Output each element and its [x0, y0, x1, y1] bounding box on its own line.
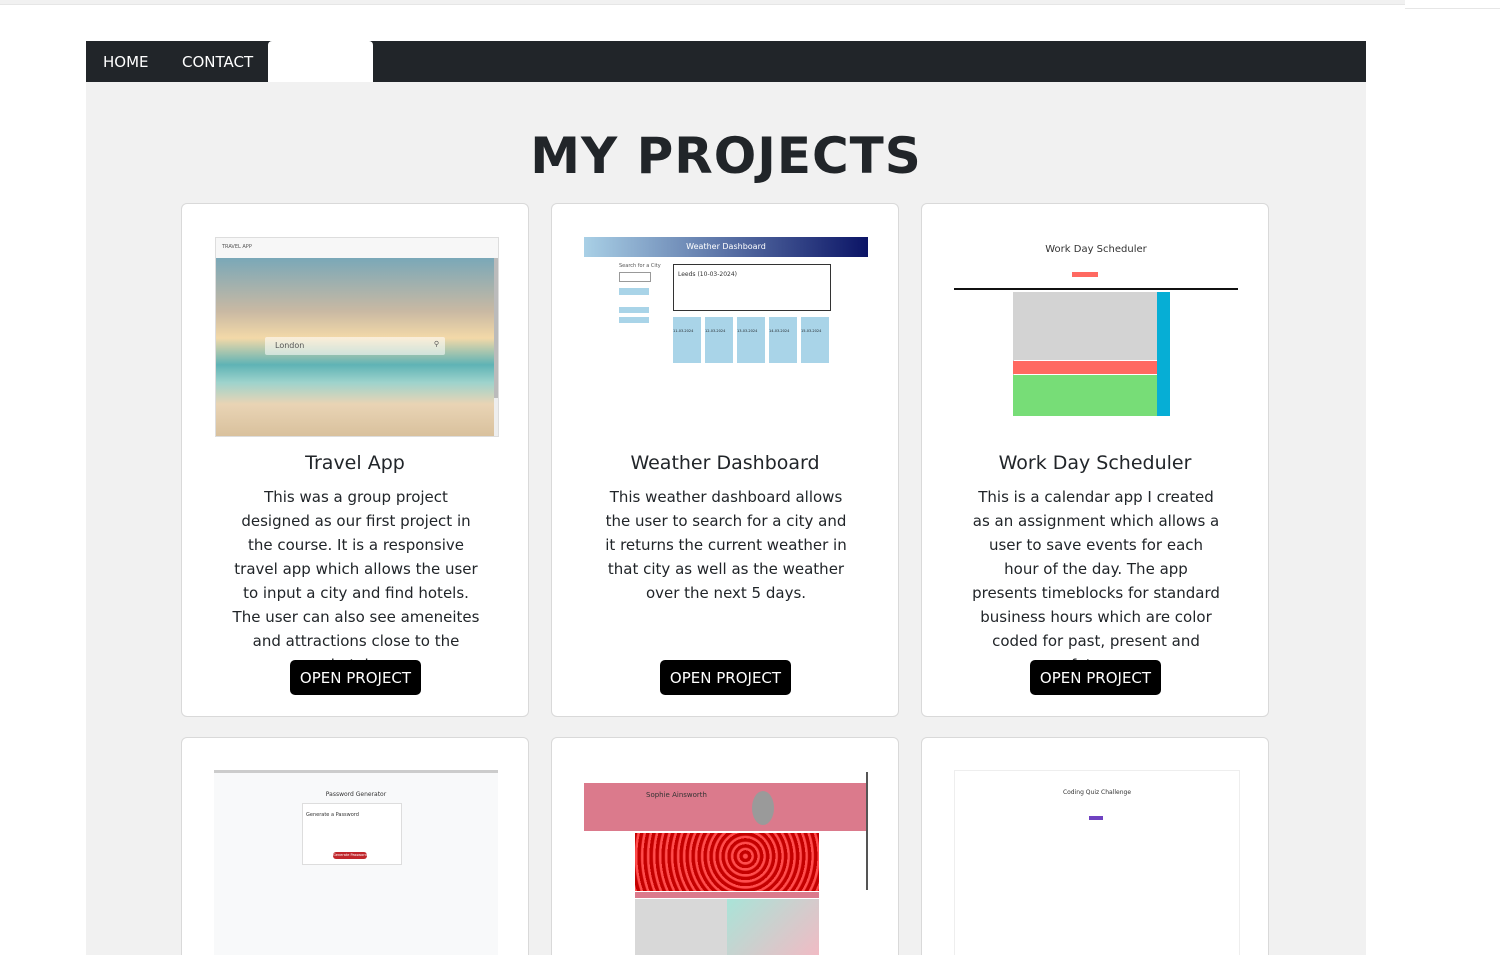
project-description: This was a group project designed as our…	[232, 488, 480, 674]
thumb-card: Generate a Password Generate Password	[302, 803, 402, 865]
timeblock-future	[1013, 375, 1157, 416]
open-project-button[interactable]: OPEN PROJECT	[1030, 660, 1161, 695]
thumb-search-label: Search for a City	[619, 263, 661, 269]
work-day-scheduler-screenshot[interactable]: Work Day Scheduler	[954, 242, 1238, 418]
thumb-search-button	[619, 288, 649, 295]
thumb-project-image	[635, 833, 819, 891]
coding-quiz-screenshot[interactable]: Coding Quiz Challenge	[954, 770, 1240, 955]
thumb-header: Weather Dashboard	[584, 237, 868, 257]
portfolio-screenshot[interactable]: Sophie Ainsworth	[584, 772, 868, 955]
timeblock-present	[1013, 361, 1157, 374]
thumb-save-buttons	[1157, 292, 1170, 416]
thumb-search-value: London	[275, 341, 305, 350]
forecast-day: 13-03-2024	[737, 317, 765, 363]
thumb-scrollbar	[494, 258, 498, 398]
project-card-travel-app: TRAVEL APP London ⚲ Travel App This was …	[181, 203, 529, 717]
thumb-divider	[954, 288, 1238, 290]
project-card-portfolio: Sophie Ainsworth	[551, 737, 899, 955]
thumb-history-1	[619, 307, 649, 313]
nav-home-link[interactable]: HOME	[103, 41, 149, 82]
timeblock-past	[1013, 292, 1157, 360]
project-title: Work Day Scheduler	[998, 452, 1192, 474]
nav-active-tab[interactable]	[268, 41, 373, 82]
thumb-project-image-3	[727, 899, 819, 955]
open-project-button[interactable]: OPEN PROJECT	[660, 660, 791, 695]
browser-top-edge-right	[1405, 8, 1500, 9]
beach-image: London ⚲	[216, 258, 494, 436]
thumb-forecast-row: 11-03-2024 12-03-2024 13-03-2024 14-03-2…	[673, 317, 829, 363]
thumb-project-image-2	[635, 899, 727, 955]
thumb-name: Sophie Ainsworth	[646, 791, 707, 799]
thumb-header: Work Day Scheduler	[1045, 244, 1147, 255]
search-icon: ⚲	[433, 340, 439, 348]
project-description: This is a calendar app I created as an a…	[972, 488, 1220, 674]
navbar: HOME CONTACT	[86, 41, 1366, 82]
project-card-work-day-scheduler: Work Day Scheduler Work Day Scheduler Th…	[921, 203, 1269, 717]
thumb-navbar: TRAVEL APP	[216, 238, 498, 258]
project-description: This weather dashboard allows the user t…	[605, 488, 847, 602]
page-container: HOME CONTACT MY PROJECTS TRAVEL APP Lond…	[86, 41, 1366, 955]
thumb-date-badge	[1072, 272, 1098, 277]
nav-contact-link[interactable]: CONTACT	[182, 41, 253, 82]
forecast-day: 11-03-2024	[673, 317, 701, 363]
thumb-generate-button: Generate Password	[333, 852, 367, 859]
thumb-timeblocks	[1001, 292, 1213, 416]
thumb-header: Coding Quiz Challenge	[1062, 789, 1132, 796]
project-card-coding-quiz: Coding Quiz Challenge	[921, 737, 1269, 955]
browser-top-edge	[0, 0, 1405, 5]
weather-dashboard-screenshot[interactable]: Weather Dashboard Search for a City Leed…	[584, 237, 868, 367]
travel-app-screenshot[interactable]: TRAVEL APP London ⚲	[215, 237, 499, 437]
forecast-day: 15-03-2024	[801, 317, 829, 363]
avatar	[752, 791, 774, 825]
thumb-project-bar	[635, 892, 819, 898]
forecast-day: 12-03-2024	[705, 317, 733, 363]
page-title: MY PROJECTS	[530, 127, 922, 185]
password-generator-screenshot[interactable]: Password Generator Generate a Password G…	[214, 770, 498, 955]
thumb-current-city: Leeds (10-03-2024)	[678, 271, 738, 278]
project-title: Travel App	[305, 452, 405, 474]
thumb-history-2	[619, 317, 649, 323]
forecast-day: 14-03-2024	[769, 317, 797, 363]
project-card-weather-dashboard: Weather Dashboard Search for a City Leed…	[551, 203, 899, 717]
project-title: Weather Dashboard	[630, 452, 820, 474]
open-project-button[interactable]: OPEN PROJECT	[290, 660, 421, 695]
thumb-current-weather: Leeds (10-03-2024)	[673, 264, 831, 311]
project-card-password-generator: Password Generator Generate a Password G…	[181, 737, 529, 955]
thumb-header: Password Generator	[325, 791, 387, 798]
thumb-subtitle: Generate a Password	[306, 812, 359, 818]
thumb-city-input	[619, 272, 651, 282]
thumb-brand: TRAVEL APP	[222, 244, 252, 250]
thumb-scrollbar	[866, 772, 868, 890]
thumb-start-button	[1089, 816, 1103, 820]
thumb-search-input: London ⚲	[265, 337, 445, 355]
thumb-hero: Sophie Ainsworth	[584, 783, 868, 831]
